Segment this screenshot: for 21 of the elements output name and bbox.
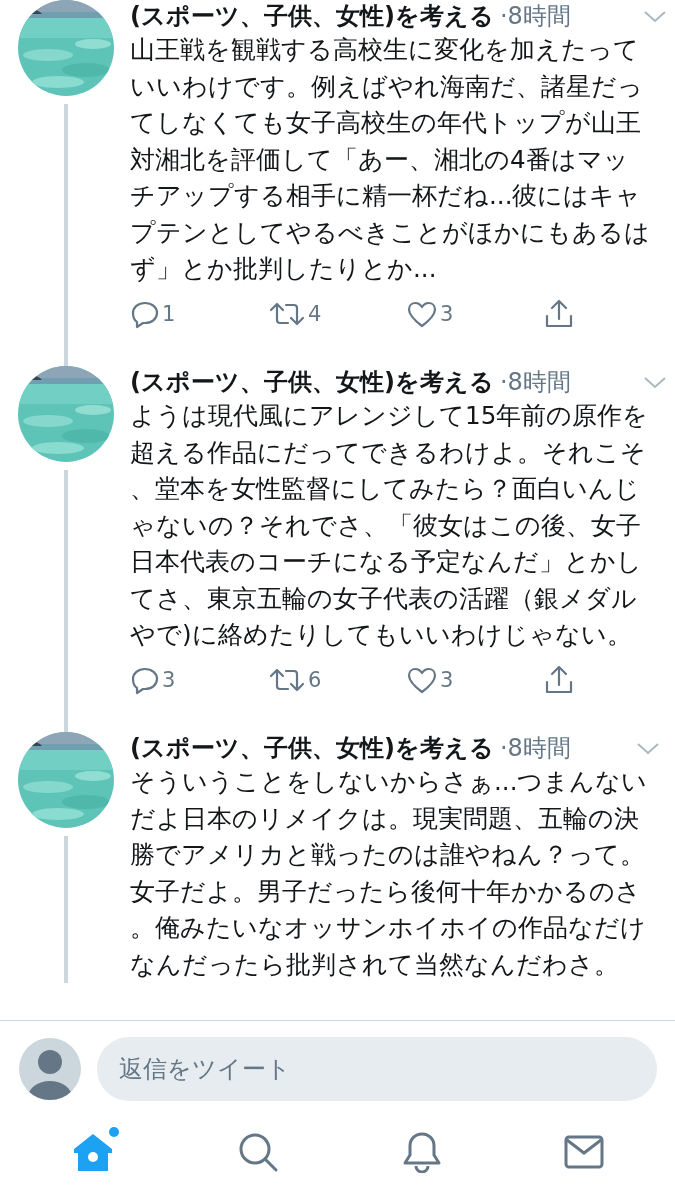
mail-icon[interactable] [563,1135,604,1169]
tweet-text: ようは現代風にアレンジして15年前の原作を超える作品にだってできるわけよ。それこそ、堂本を女性監督にしてみたら？面白いんじゃないの？それでさ、「彼女はこの後、女子日本代表のコーチになる予定なんだ」とかしてさ、東京五輪の女子代表の活躍（銀メダルやで)に絡めたりしてもいいわけじゃない。 [130,400,650,651]
like-button[interactable]: 3 [406,298,544,329]
share-icon [544,298,574,329]
tweet-time: ·8時間 [499,1,571,32]
author-name[interactable]: (スポーツ、子供、女性)を考える [130,0,494,32]
reply-button[interactable]: 3 [130,664,268,695]
search-icon[interactable] [237,1131,280,1173]
author-name[interactable]: (スポーツ、子供、女性)を考える [130,366,494,398]
retweet-button[interactable]: 4 [268,298,406,329]
share-icon [544,664,574,695]
tweet-text: そういうことをしないからさぁ...つまんないだよ日本のリメイクは。現実問題、五輪の決勝でアメリカと戦ったのは誰やねん？って。女子だよ。男子だったら後何十年かかるのさ。俺みたいなオッサンホイホイの作品なだけなんだったら批判されて当然なんだわさ。 [130,766,649,981]
author-name[interactable]: (スポーツ、子供、女性)を考える [130,732,494,764]
tweet-time: ·8時間 [499,733,571,764]
tweet-text: 山王戦を観戦する高校生に変化を加えたっていいわけです。例えばやれ海南だ、諸星だってしなくても女子高校生の年代トップが山王対湘北を評価して「あー、湘北の4番はマッチアップする相手に精一杯だね...彼にはキャプテンとしてやるべきことがほかにもあるはず」とか批判したりとか... [130,34,651,285]
tweet-time: ·8時間 [499,367,571,398]
reply-button[interactable]: 1 [130,298,268,329]
bell-icon[interactable] [401,1131,442,1173]
like-button[interactable]: 3 [406,664,544,695]
reply-field[interactable]: 返信をツイート [97,1037,657,1101]
retweet-button[interactable]: 6 [268,664,406,695]
